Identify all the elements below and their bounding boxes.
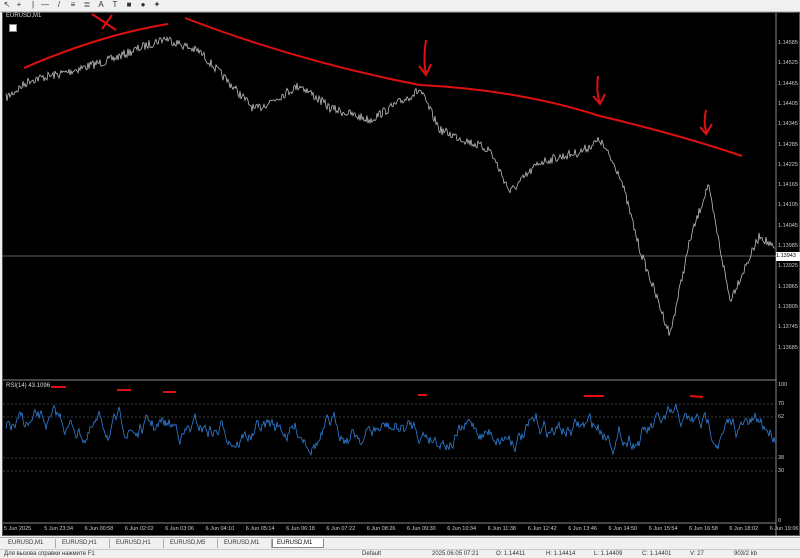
time-tick-label: 6 Jun 11:38	[487, 526, 516, 532]
annotation-trend-main	[184, 17, 743, 157]
tab-chart-2[interactable]: EURUSD,H1	[58, 539, 110, 548]
rsi-label: RSI(14) 43.1096	[6, 383, 51, 389]
time-tick-label: 6 Jun 10:34	[447, 526, 477, 532]
price-tick-label: 1.14165	[778, 182, 798, 189]
price-tick-label: 1.14465	[778, 80, 798, 87]
price-tick-label: 1.13685	[778, 344, 798, 351]
rsi-tick-label: 38	[778, 455, 785, 461]
time-tick-label: 6 Jun 15:54	[648, 526, 678, 532]
chart-canvas	[3, 13, 777, 536]
time-tick-label: 6 Jun 00:58	[84, 526, 114, 532]
price-tick-label: 1.14285	[778, 141, 798, 148]
price-tick-label: 1.13925	[778, 263, 798, 270]
annotation-cross	[91, 13, 117, 31]
rsi-tick-label: 62	[778, 414, 785, 420]
rsi-tick-label: 70	[778, 401, 785, 407]
time-tick-label: 6 Jun 14:50	[608, 526, 638, 532]
price-tick-label: 1.14045	[778, 222, 798, 229]
time-tick-label: 6 Jun 03:06	[165, 526, 194, 532]
rsi-tick-label: 100	[778, 382, 788, 388]
tab-chart-active[interactable]: EURUSD,M1	[272, 539, 324, 548]
tab-chart-4[interactable]: EURUSD,M5	[166, 539, 218, 548]
time-tick-label: 6 Jun 02:02	[124, 526, 154, 532]
price-tick-label: 1.13745	[778, 324, 798, 331]
annotation-arrow-1	[418, 39, 432, 77]
price-line	[5, 35, 776, 336]
price-tick-label: 1.14525	[778, 60, 798, 67]
time-tick-label: 6 Jun 19:06	[769, 526, 799, 532]
price-tick-label: 1.13805	[778, 303, 798, 310]
time-tick-label: 6 Jun 09:30	[407, 526, 436, 532]
price-tick-label: 1.13985	[778, 243, 798, 249]
time-tick-label: 6 Jun 05:14	[245, 526, 275, 532]
time-tick-label: 6 Jun 13:46	[568, 526, 597, 532]
price-tick-label: 1.14225	[778, 161, 798, 168]
price-tick-label: 1.14405	[778, 100, 798, 107]
time-tick-label: 6 Jun 06:18	[286, 526, 315, 532]
chart-tabs: EURUSD,M1 EURUSD,H1 EURUSD,H1 EURUSD,M5 …	[0, 537, 800, 549]
rsi-series	[5, 402, 776, 456]
annotation-arrow-2	[592, 75, 606, 106]
time-tick-label: 6 Jun 07:22	[326, 526, 356, 532]
one-click-trading-toggle[interactable]	[9, 24, 17, 32]
time-tick-label: 6 Jun 08:26	[366, 526, 396, 532]
time-tick-label: 6 Jun 18:02	[729, 526, 759, 532]
annotation-arrow-3	[699, 109, 713, 136]
rsi-line	[5, 402, 776, 456]
time-tick-label: 5 Jun 2025	[4, 526, 32, 532]
price-series	[5, 35, 776, 336]
time-tick-label: 6 Jun 04:10	[205, 526, 235, 532]
rsi-tick-label: 0	[778, 518, 782, 524]
price-tick-label: 1.14345	[778, 121, 798, 128]
annotations	[23, 13, 743, 398]
price-tick-label: 1.14105	[778, 202, 798, 209]
time-tick-label: 5 Jun 23:34	[44, 526, 74, 532]
rsi-tick-label: 30	[778, 468, 785, 474]
time-tick-label: 6 Jun 16:58	[689, 526, 718, 532]
tab-chart-5[interactable]: EURUSD,M1	[220, 539, 272, 548]
price-tick-label: 1.14585	[778, 40, 798, 46]
tab-chart-3[interactable]: EURUSD,H1	[112, 539, 164, 548]
tab-chart-1[interactable]: EURUSD,M1	[4, 539, 56, 548]
chart-title: EURUSD,M1	[6, 13, 42, 19]
current-price-badge: 1.13943	[776, 252, 800, 261]
time-tick-label: 6 Jun 12:42	[527, 526, 557, 532]
price-tick-label: 1.13865	[778, 283, 798, 290]
